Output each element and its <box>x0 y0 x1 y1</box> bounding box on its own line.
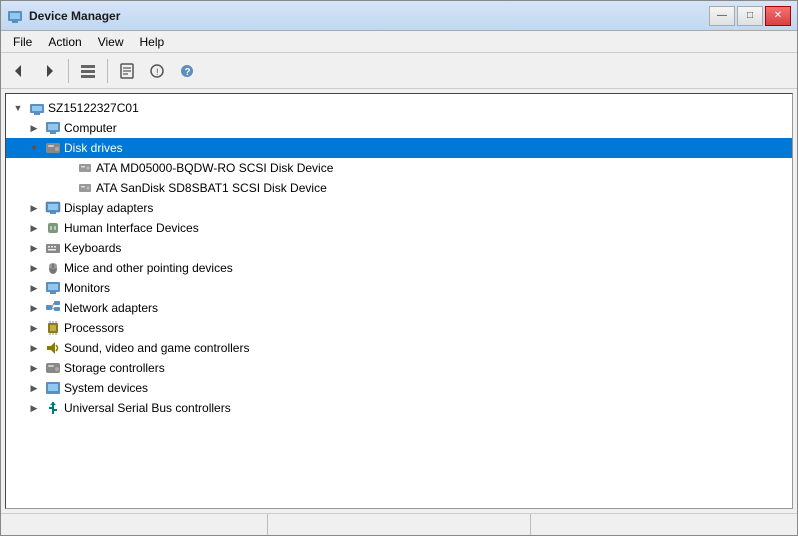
help-button[interactable]: ? <box>173 57 201 85</box>
tree-item-mice[interactable]: ▶ Mice and other pointing devices <box>6 258 792 278</box>
sound-label: Sound, video and game controllers <box>64 341 249 355</box>
root-label: SZ15122327C01 <box>48 101 139 115</box>
computer-label: Computer <box>64 121 117 135</box>
toolbar-sep-1 <box>68 59 69 83</box>
status-section-2 <box>268 514 531 535</box>
computer-expand-icon[interactable]: ▶ <box>26 120 42 136</box>
tree-item-computer[interactable]: ▶ Computer <box>6 118 792 138</box>
display-expand-icon[interactable]: ▶ <box>26 200 42 216</box>
menu-help[interactable]: Help <box>132 31 173 52</box>
disk1-icon <box>77 160 93 176</box>
usb-expand-icon[interactable]: ▶ <box>26 400 42 416</box>
forward-button[interactable] <box>35 57 63 85</box>
minimize-button[interactable]: — <box>709 6 735 26</box>
sound-icon <box>45 340 61 356</box>
device-manager-window: Device Manager — □ ✕ File Action View He… <box>0 0 798 536</box>
root-icon <box>29 100 45 116</box>
computer-icon <box>45 120 61 136</box>
tree-item-disk-drives[interactable]: ▼ Disk drives <box>6 138 792 158</box>
tree-item-usb[interactable]: ▶ Universal Serial Bus controllers <box>6 398 792 418</box>
display-icon <box>45 200 61 216</box>
window-title: Device Manager <box>29 9 709 23</box>
device-tree[interactable]: ▼ SZ15122327C01 ▶ <box>5 93 793 509</box>
properties-button[interactable] <box>113 57 141 85</box>
storage-icon <box>45 360 61 376</box>
tree-item-disk-1[interactable]: ▶ ATA MD05000-BQDW-RO SCSI Disk Device <box>6 158 792 178</box>
keyboards-expand-icon[interactable]: ▶ <box>26 240 42 256</box>
network-expand-icon[interactable]: ▶ <box>26 300 42 316</box>
tree-item-monitors[interactable]: ▶ Monitors <box>6 278 792 298</box>
svg-text:?: ? <box>185 67 191 78</box>
usb-label: Universal Serial Bus controllers <box>64 401 231 415</box>
status-section-1 <box>5 514 268 535</box>
processors-icon <box>45 320 61 336</box>
update-driver-button[interactable]: ! <box>143 57 171 85</box>
disk2-icon <box>77 180 93 196</box>
disk1-label: ATA MD05000-BQDW-RO SCSI Disk Device <box>96 161 333 175</box>
network-icon <box>45 300 61 316</box>
tree-item-disk-2[interactable]: ▶ ATA SanDisk SD8SBAT1 SCSI Disk Device <box>6 178 792 198</box>
tree-root[interactable]: ▼ SZ15122327C01 <box>6 98 792 118</box>
hid-label: Human Interface Devices <box>64 221 199 235</box>
processors-label: Processors <box>64 321 124 335</box>
menu-view[interactable]: View <box>90 31 132 52</box>
storage-expand-icon[interactable]: ▶ <box>26 360 42 376</box>
tree-item-system[interactable]: ▶ System devices <box>6 378 792 398</box>
status-section-3 <box>531 514 793 535</box>
disk2-label: ATA SanDisk SD8SBAT1 SCSI Disk Device <box>96 181 327 195</box>
window-controls: — □ ✕ <box>709 6 791 26</box>
maximize-button[interactable]: □ <box>737 6 763 26</box>
mice-expand-icon[interactable]: ▶ <box>26 260 42 276</box>
keyboards-label: Keyboards <box>64 241 121 255</box>
mice-label: Mice and other pointing devices <box>64 261 233 275</box>
tree-item-hid[interactable]: ▶ Human Interface Devices <box>6 218 792 238</box>
usb-icon <box>45 400 61 416</box>
menu-file[interactable]: File <box>5 31 40 52</box>
hid-icon <box>45 220 61 236</box>
window-icon <box>7 8 23 24</box>
tree-item-network[interactable]: ▶ Network adapters <box>6 298 792 318</box>
system-expand-icon[interactable]: ▶ <box>26 380 42 396</box>
disk-drives-icon <box>45 140 61 156</box>
storage-label: Storage controllers <box>64 361 165 375</box>
menu-bar: File Action View Help <box>1 31 797 53</box>
show-all-button[interactable] <box>74 57 102 85</box>
back-button[interactable] <box>5 57 33 85</box>
monitors-label: Monitors <box>64 281 110 295</box>
mice-icon <box>45 260 61 276</box>
root-expand-icon[interactable]: ▼ <box>10 100 26 116</box>
system-label: System devices <box>64 381 148 395</box>
close-button[interactable]: ✕ <box>765 6 791 26</box>
tree-item-sound[interactable]: ▶ Sound, video and game controllers <box>6 338 792 358</box>
status-bar <box>1 513 797 535</box>
title-bar: Device Manager — □ ✕ <box>1 1 797 31</box>
display-label: Display adapters <box>64 201 153 215</box>
tree-item-display[interactable]: ▶ Display adapters <box>6 198 792 218</box>
disk-drives-label: Disk drives <box>64 141 123 155</box>
menu-action[interactable]: Action <box>40 31 89 52</box>
processors-expand-icon[interactable]: ▶ <box>26 320 42 336</box>
system-icon <box>45 380 61 396</box>
tree-item-processors[interactable]: ▶ Processors <box>6 318 792 338</box>
monitors-icon <box>45 280 61 296</box>
svg-text:!: ! <box>156 67 159 77</box>
keyboards-icon <box>45 240 61 256</box>
monitors-expand-icon[interactable]: ▶ <box>26 280 42 296</box>
tree-item-keyboards[interactable]: ▶ Keyboards <box>6 238 792 258</box>
network-label: Network adapters <box>64 301 158 315</box>
toolbar-sep-2 <box>107 59 108 83</box>
sound-expand-icon[interactable]: ▶ <box>26 340 42 356</box>
toolbar: ! ? <box>1 53 797 89</box>
hid-expand-icon[interactable]: ▶ <box>26 220 42 236</box>
tree-item-storage[interactable]: ▶ Storage controllers <box>6 358 792 378</box>
disk-expand-icon[interactable]: ▼ <box>26 140 42 156</box>
content-area: ▼ SZ15122327C01 ▶ <box>1 89 797 513</box>
